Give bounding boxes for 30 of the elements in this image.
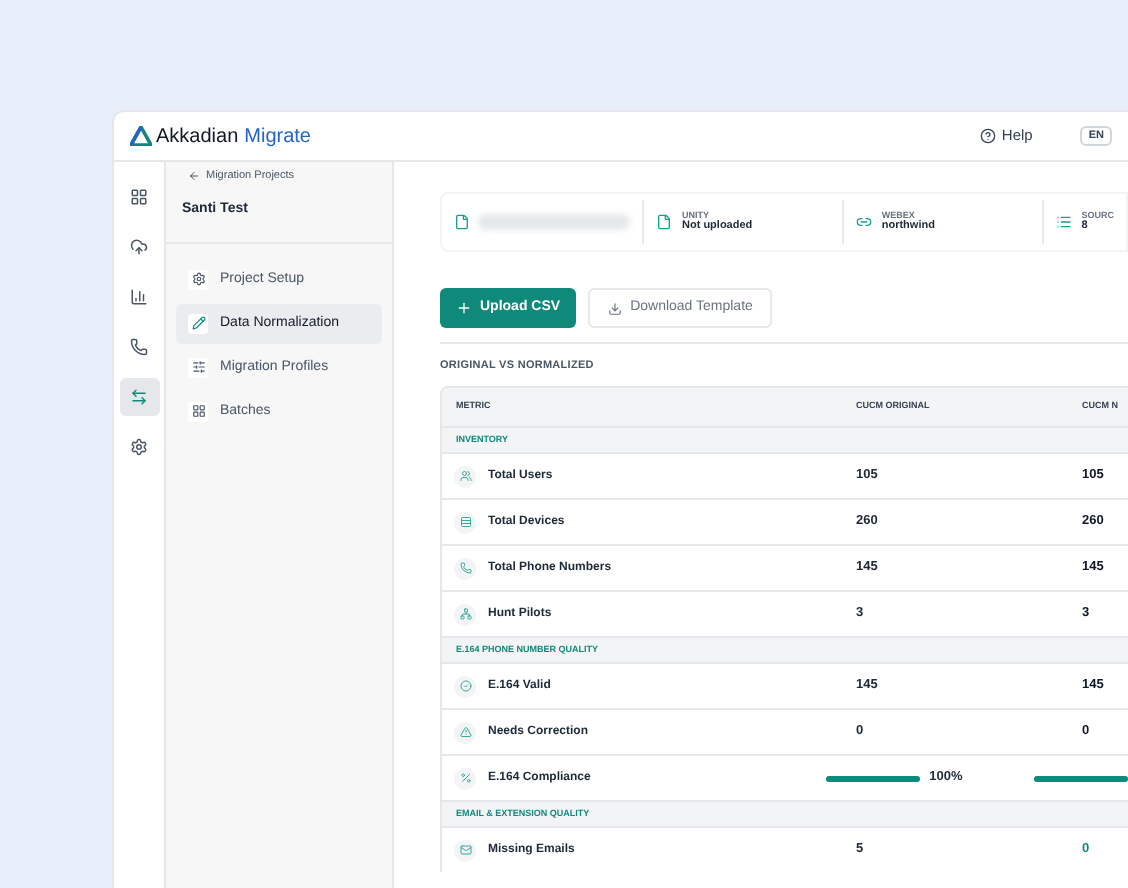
check-circle-icon [454,675,476,698]
logo-icon [130,126,152,146]
link-icon [855,214,872,230]
phone-icon [130,338,148,356]
rail-item[interactable] [119,378,159,416]
download-icon [608,301,623,315]
file-icon [454,214,470,230]
back-arrow-icon [188,170,200,183]
grid-icon [188,401,208,422]
mail-icon [454,839,476,862]
list-icon [1055,214,1072,230]
percent-icon [454,767,476,790]
plus-icon [456,300,472,316]
warning-icon [454,721,476,744]
device-icon [454,511,476,534]
grid-icon [130,188,148,206]
bar-chart-icon [130,288,148,306]
file-icon [656,214,672,230]
network-icon [454,603,476,626]
brand-name: Akkadian [156,123,239,151]
phone-icon [454,557,476,580]
help-icon [979,128,996,144]
arrows-icon [130,388,148,406]
cloud-upload-icon [130,238,148,256]
sliders-icon [188,357,208,378]
product-name: Migrate [244,123,311,151]
users-icon [454,465,476,488]
pencil-icon [188,313,208,334]
settings-icon [130,438,148,456]
gear-icon [188,269,208,290]
